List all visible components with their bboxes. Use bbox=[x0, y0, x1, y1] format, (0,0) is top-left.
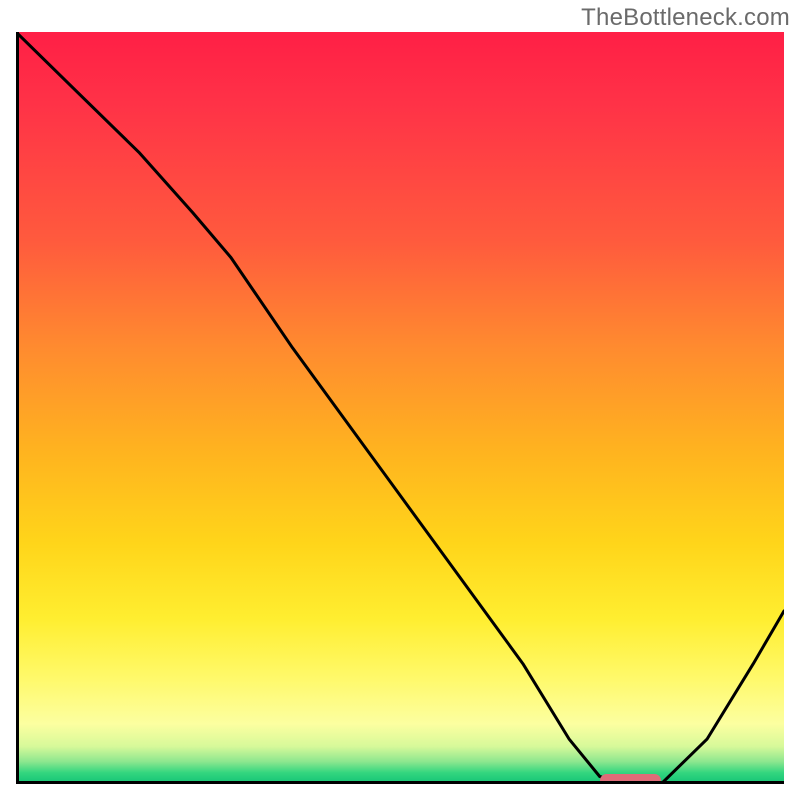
x-axis-line bbox=[16, 781, 784, 784]
watermark-text: TheBottleneck.com bbox=[581, 4, 790, 32]
plot-area bbox=[16, 32, 784, 784]
y-axis-line bbox=[16, 32, 19, 784]
chart-container: TheBottleneck.com bbox=[0, 0, 800, 800]
bottleneck-curve bbox=[16, 32, 784, 784]
